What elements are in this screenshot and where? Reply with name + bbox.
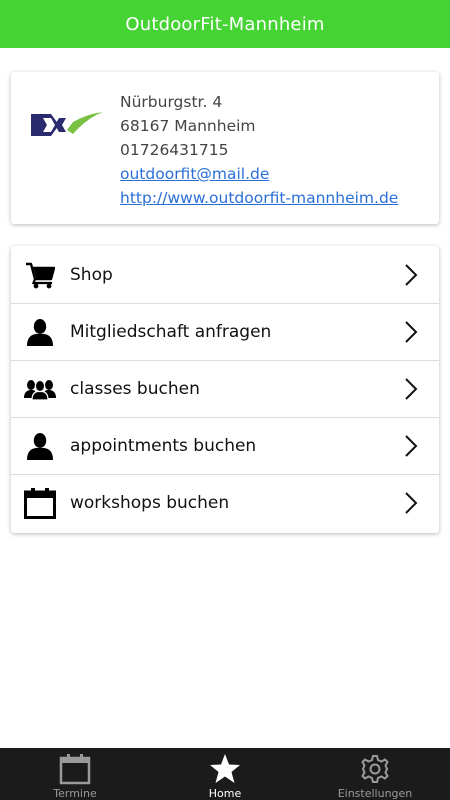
menu-item-label: workshops buchen bbox=[70, 493, 230, 513]
address-street: Nürburgstr. 4 bbox=[120, 93, 223, 111]
chevron-right-icon bbox=[405, 321, 418, 343]
app-title: OutdoorFit-Mannheim bbox=[125, 13, 325, 35]
menu-item-label: Shop bbox=[70, 264, 113, 285]
star-icon bbox=[208, 752, 242, 786]
chevron-right-icon bbox=[405, 263, 418, 286]
person-icon bbox=[24, 316, 56, 348]
tab-label: Einstellungen bbox=[337, 787, 413, 800]
bottom-tab-bar: Termine Home Einstellungen bbox=[0, 748, 450, 800]
chevron-right-icon bbox=[405, 378, 418, 400]
menu-item-label: Mitgliedschaft anfragen bbox=[70, 322, 272, 342]
brand-logo bbox=[31, 112, 103, 136]
tab-home[interactable]: Home bbox=[150, 748, 300, 800]
email-link[interactable]: outdoorfit@mail.de bbox=[120, 162, 398, 186]
group-icon bbox=[24, 373, 56, 405]
website-link[interactable]: http://www.outdoorfit-mannheim.de bbox=[120, 186, 398, 210]
menu-item-label: appointments buchen bbox=[70, 436, 257, 456]
tab-termine[interactable]: Termine bbox=[0, 748, 150, 800]
menu-list: Shop Mitgliedschaft anfragen classes buc… bbox=[11, 246, 439, 533]
person-icon bbox=[24, 430, 56, 462]
menu-item-appointments[interactable]: appointments buchen bbox=[11, 417, 439, 474]
calendar-icon bbox=[24, 487, 56, 519]
tab-einstellungen[interactable]: Einstellungen bbox=[300, 748, 450, 800]
address-city: 68167 Mannheim bbox=[120, 117, 256, 135]
app-bar: OutdoorFit-Mannheim bbox=[0, 0, 450, 48]
cart-icon bbox=[24, 259, 56, 291]
chevron-right-icon bbox=[405, 492, 418, 514]
tab-label: Termine bbox=[53, 787, 97, 800]
menu-item-membership[interactable]: Mitgliedschaft anfragen bbox=[11, 303, 439, 360]
menu-item-classes[interactable]: classes buchen bbox=[11, 360, 439, 417]
menu-item-shop[interactable]: Shop bbox=[11, 246, 439, 303]
menu-item-label: classes buchen bbox=[70, 379, 200, 399]
gear-icon bbox=[358, 752, 392, 786]
phone-number[interactable]: 01726431715 bbox=[120, 138, 398, 162]
tab-label: Home bbox=[208, 787, 242, 800]
menu-item-workshops[interactable]: workshops buchen bbox=[11, 474, 439, 531]
calendar-icon bbox=[58, 752, 92, 786]
contact-card: Nürburgstr. 4 68167 Mannheim 01726431715… bbox=[11, 72, 439, 224]
contact-details: Nürburgstr. 4 68167 Mannheim 01726431715… bbox=[120, 90, 398, 210]
chevron-right-icon bbox=[405, 435, 418, 457]
